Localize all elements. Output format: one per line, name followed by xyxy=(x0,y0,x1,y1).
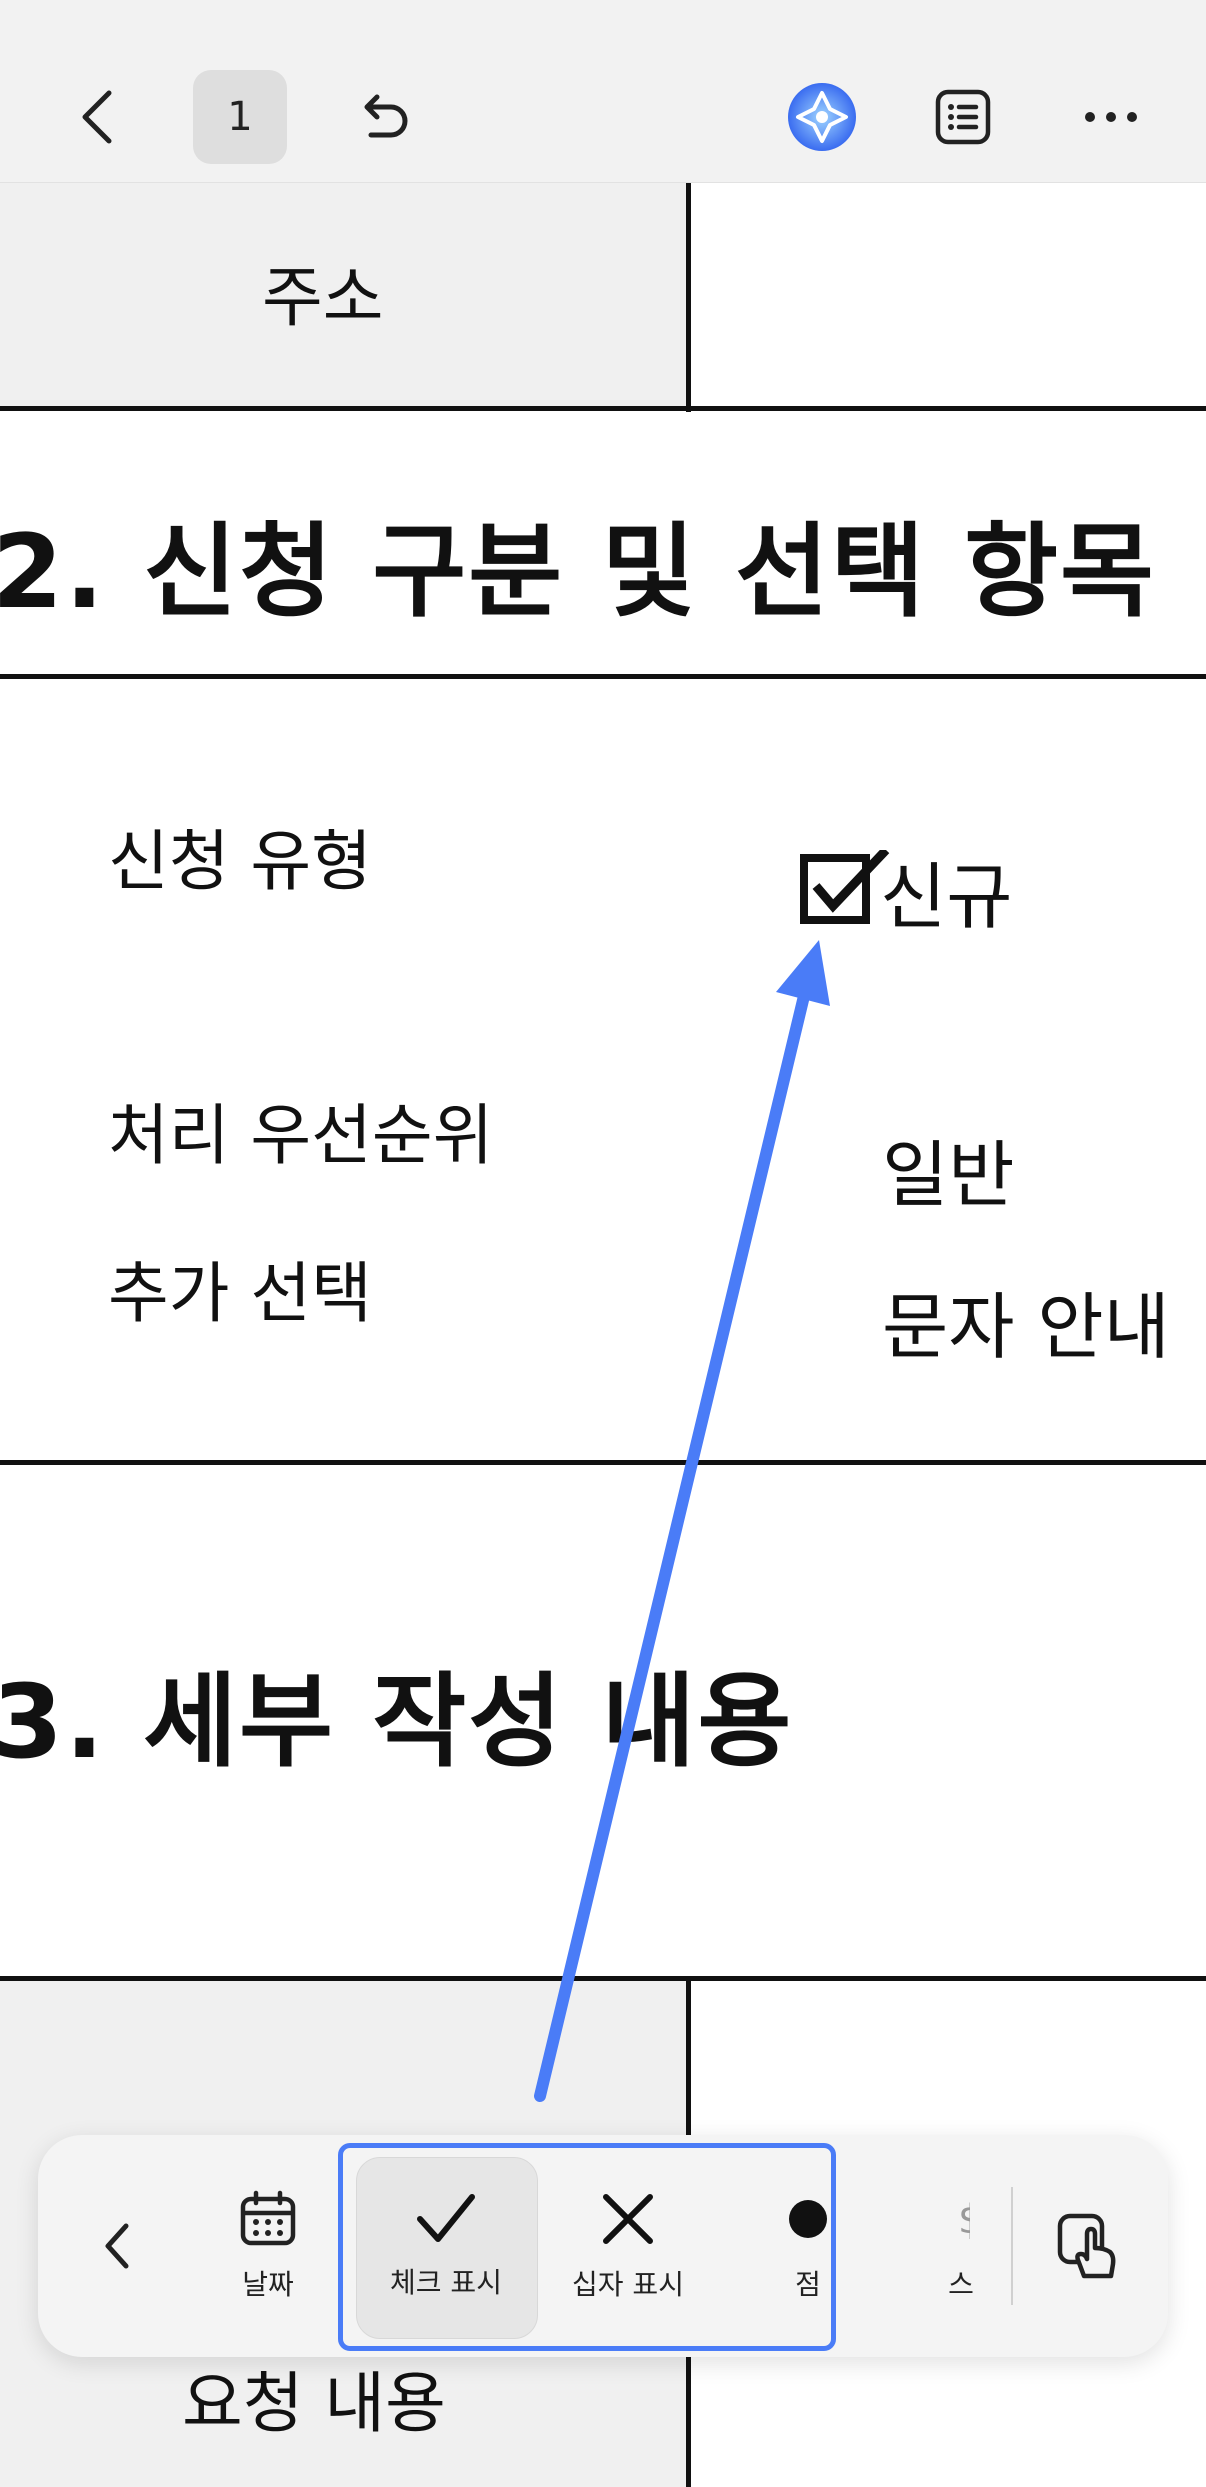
check-tool-button[interactable]: 체크 표시 xyxy=(356,2135,536,2357)
calendar-icon xyxy=(240,2190,296,2246)
dot-icon xyxy=(789,2200,827,2238)
check-tool-label: 체크 표시 xyxy=(390,2266,502,2299)
annotation-arrow xyxy=(534,940,830,2102)
page-number-button[interactable]: 1 xyxy=(193,70,287,164)
ai-assistant-icon[interactable] xyxy=(775,70,869,164)
cross-tool-button[interactable]: 십자 표시 xyxy=(538,2135,718,2357)
chevron-left-icon xyxy=(105,2223,129,2269)
partial-tool-label: 스 xyxy=(948,2268,974,2301)
partial-tool-icon: $ xyxy=(958,2197,970,2243)
touch-mode-icon xyxy=(1057,2213,1116,2279)
dot-tool-label: 점 xyxy=(795,2268,821,2301)
svg-text:$: $ xyxy=(958,2197,970,2243)
more-icon[interactable] xyxy=(1064,70,1158,164)
touch-mode-button[interactable] xyxy=(1038,2135,1138,2357)
toolbar-back-button[interactable] xyxy=(82,2135,152,2357)
cross-icon xyxy=(603,2194,653,2244)
date-tool-button[interactable]: 날짜 xyxy=(208,2135,328,2357)
partial-tool-button[interactable]: $ 스 xyxy=(938,2135,978,2357)
toolbar-divider xyxy=(1011,2187,1013,2305)
top-toolbar: 1 xyxy=(0,0,1206,183)
signature-toolbar: 날짜 체크 표시 십자 표시 점 $ 스 xyxy=(38,2135,1168,2357)
checkmark-icon xyxy=(417,2194,475,2242)
list-icon[interactable] xyxy=(916,70,1010,164)
undo-icon[interactable] xyxy=(336,70,430,164)
dot-tool-button[interactable]: 점 xyxy=(748,2135,868,2357)
date-tool-label: 날짜 xyxy=(242,2268,294,2301)
back-chevron-icon[interactable] xyxy=(50,70,144,164)
cross-tool-label: 십자 표시 xyxy=(572,2268,684,2301)
